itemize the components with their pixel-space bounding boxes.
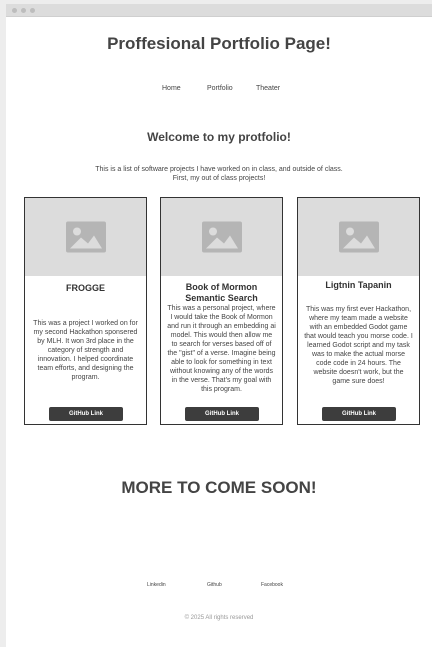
card-image xyxy=(161,198,282,276)
github-link-button[interactable]: GitHub Link xyxy=(185,407,259,421)
card-description: This was my first ever Hackathon, where … xyxy=(304,306,413,385)
project-card-frogge: FROGGE This was a project I worked on fo… xyxy=(24,197,147,425)
footer-link-facebook[interactable]: Facebook xyxy=(261,582,283,588)
image-placeholder-icon xyxy=(201,221,242,253)
card-title: Book of Mormon Semantic Search xyxy=(185,282,258,303)
card-description: This was a personal project, where I wou… xyxy=(167,305,276,393)
card-image xyxy=(298,198,419,276)
intro-line: This is a list of software projects I ha… xyxy=(95,166,343,173)
window-dot-icon xyxy=(12,8,17,13)
browser-toolbar xyxy=(6,4,432,17)
footer-link-linkedin[interactable]: Linkedin xyxy=(147,582,166,588)
nav-theater[interactable]: Theater xyxy=(256,85,280,92)
intro-line: First, my out of class projects! xyxy=(172,175,266,182)
image-placeholder-icon xyxy=(65,221,106,253)
card-title: Ligtnin Tapanin xyxy=(325,280,392,290)
project-card-book-of-mormon: Book of Mormon Semantic Search This was … xyxy=(160,197,283,425)
card-description: This was a project I worked on for my se… xyxy=(33,320,138,381)
intro-text: This is a list of software projects I ha… xyxy=(94,165,344,183)
page: Proffesional Portfolio Page! Home Portfo… xyxy=(6,17,432,647)
card-image xyxy=(25,198,146,276)
project-card-ligtnin-tapanin: Ligtnin Tapanin This was my first ever H… xyxy=(297,197,420,425)
copyright-text: © 2025 All rights reserved xyxy=(184,615,254,621)
github-link-button[interactable]: GitHub Link xyxy=(49,407,123,421)
window-dot-icon xyxy=(21,8,26,13)
nav-home[interactable]: Home xyxy=(162,85,181,92)
image-placeholder-icon xyxy=(338,221,379,253)
github-link-button[interactable]: GitHub Link xyxy=(322,407,396,421)
footer-link-github[interactable]: Github xyxy=(207,582,222,588)
more-coming-heading: MORE TO COME SOON! xyxy=(121,478,317,497)
welcome-heading: Welcome to my protfolio! xyxy=(147,130,291,144)
page-title: Proffesional Portfolio Page! xyxy=(107,34,331,53)
nav-portfolio[interactable]: Portfolio xyxy=(207,85,233,92)
card-title: FROGGE xyxy=(65,283,105,293)
window-dot-icon xyxy=(30,8,35,13)
